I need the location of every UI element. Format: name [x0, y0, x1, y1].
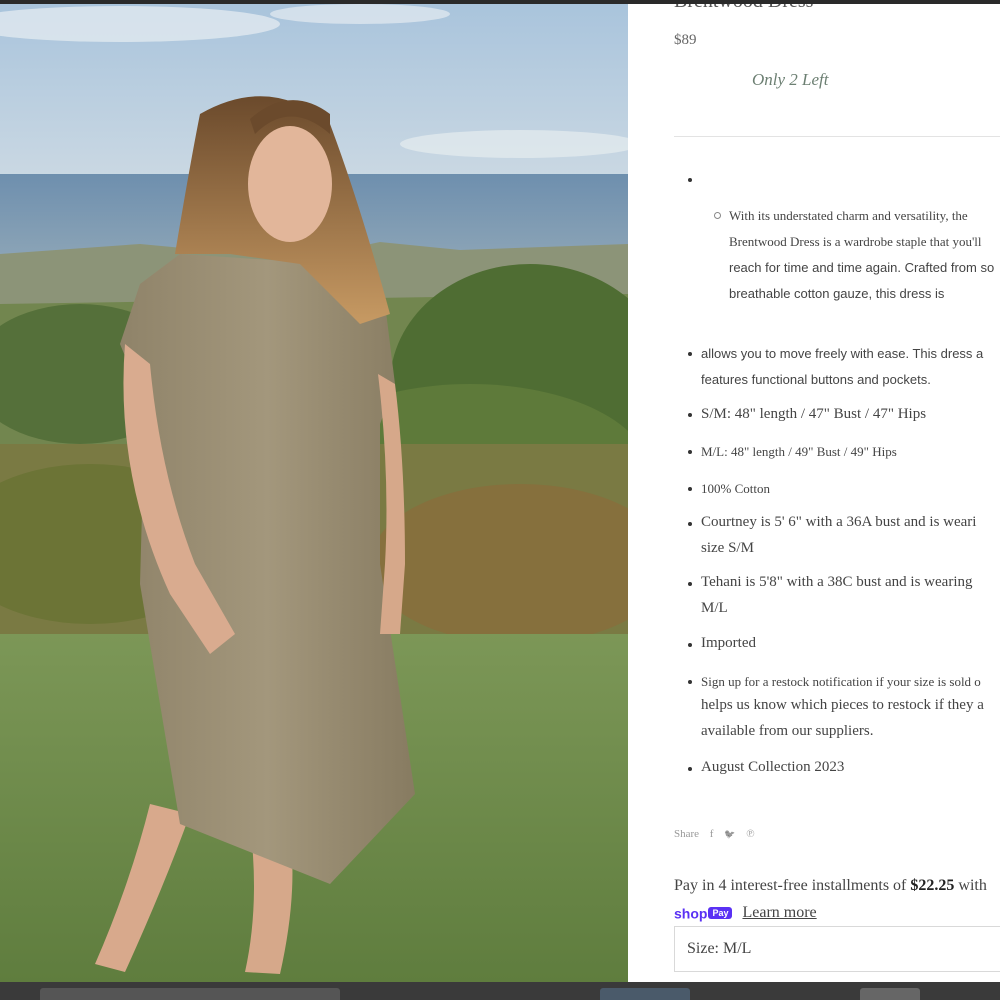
model-tehani-note: M/L	[701, 600, 728, 616]
restock-note: available from our suppliers.	[701, 723, 874, 739]
size-sm-spec: S/M: 48" length / 47" Bust / 47" Hips	[701, 406, 927, 422]
model-tehani-note: Tehani is 5'8" with a 38C bust and is we…	[701, 574, 973, 590]
bullet-marker	[688, 352, 692, 356]
model-courtney-note: size S/M	[701, 540, 754, 556]
size-select-value: Size: M/L	[687, 940, 752, 957]
taskbar-tab[interactable]	[40, 988, 340, 1000]
bullet-marker	[688, 522, 692, 526]
sub-bullet-marker	[714, 212, 721, 219]
description-line: Brentwood Dress is a wardrobe staple tha…	[729, 234, 982, 249]
share-label: Share	[674, 828, 700, 840]
bullet-marker	[688, 450, 692, 454]
imported-note: Imported	[701, 635, 756, 651]
bullet-marker	[688, 680, 692, 684]
description-line: With its understated charm and versatili…	[729, 208, 968, 223]
product-price: $89	[674, 32, 697, 48]
bullet-marker	[688, 487, 692, 491]
product-title: Brentwood Dress	[674, 4, 813, 13]
description-line: reach for time and time again. Crafted f…	[729, 260, 995, 275]
collection-note: August Collection 2023	[701, 759, 845, 775]
installments-suffix: with	[958, 877, 987, 894]
description-line: allows you to move freely with ease. Thi…	[701, 346, 984, 361]
description-line: features functional buttons and pockets.	[701, 372, 931, 387]
twitter-icon[interactable]: 🐦	[724, 829, 735, 839]
bullet-marker	[688, 582, 692, 586]
shop-pay-logo: shop	[674, 905, 708, 922]
bullet-marker	[688, 767, 692, 771]
taskbar-tab[interactable]	[860, 988, 920, 1000]
model-courtney-note: Courtney is 5' 6" with a 36A bust and is…	[701, 514, 977, 530]
share-row: Share f 🐦 ℗	[674, 828, 763, 840]
restock-note: helps us know which pieces to restock if…	[701, 697, 984, 713]
installment-amount: $22.25	[910, 877, 955, 894]
shop-pay-row: shop Pay Learn more	[674, 904, 817, 922]
stock-note: Only 2 Left	[752, 70, 829, 89]
product-photo[interactable]	[0, 4, 628, 982]
material-spec: 100% Cotton	[701, 481, 770, 496]
bullet-marker	[688, 413, 692, 417]
window-bottom-bar	[0, 982, 1000, 1000]
learn-more-link[interactable]: Learn more	[742, 904, 816, 921]
product-info-panel: Brentwood Dress $89 Only 2 Left With its…	[628, 4, 1000, 982]
pay-badge: Pay	[708, 907, 733, 920]
bullet-marker	[688, 643, 692, 647]
pinterest-icon[interactable]: ℗	[746, 828, 754, 840]
size-ml-spec: M/L: 48" length / 49" Bust / 49" Hips	[701, 444, 897, 459]
divider	[674, 136, 1000, 137]
taskbar-tab[interactable]	[600, 988, 690, 1000]
model-image	[0, 4, 628, 982]
facebook-icon[interactable]: f	[710, 828, 714, 840]
installments-text: Pay in 4 interest-free installments of $…	[674, 877, 987, 895]
restock-note: Sign up for a restock notification if yo…	[701, 674, 981, 689]
bullet-marker	[688, 178, 692, 182]
description-line: breathable cotton gauze, this dress is	[729, 286, 945, 301]
size-select[interactable]: Size: M/L	[674, 926, 1000, 972]
installments-prefix: Pay in 4 interest-free installments of	[674, 877, 907, 894]
